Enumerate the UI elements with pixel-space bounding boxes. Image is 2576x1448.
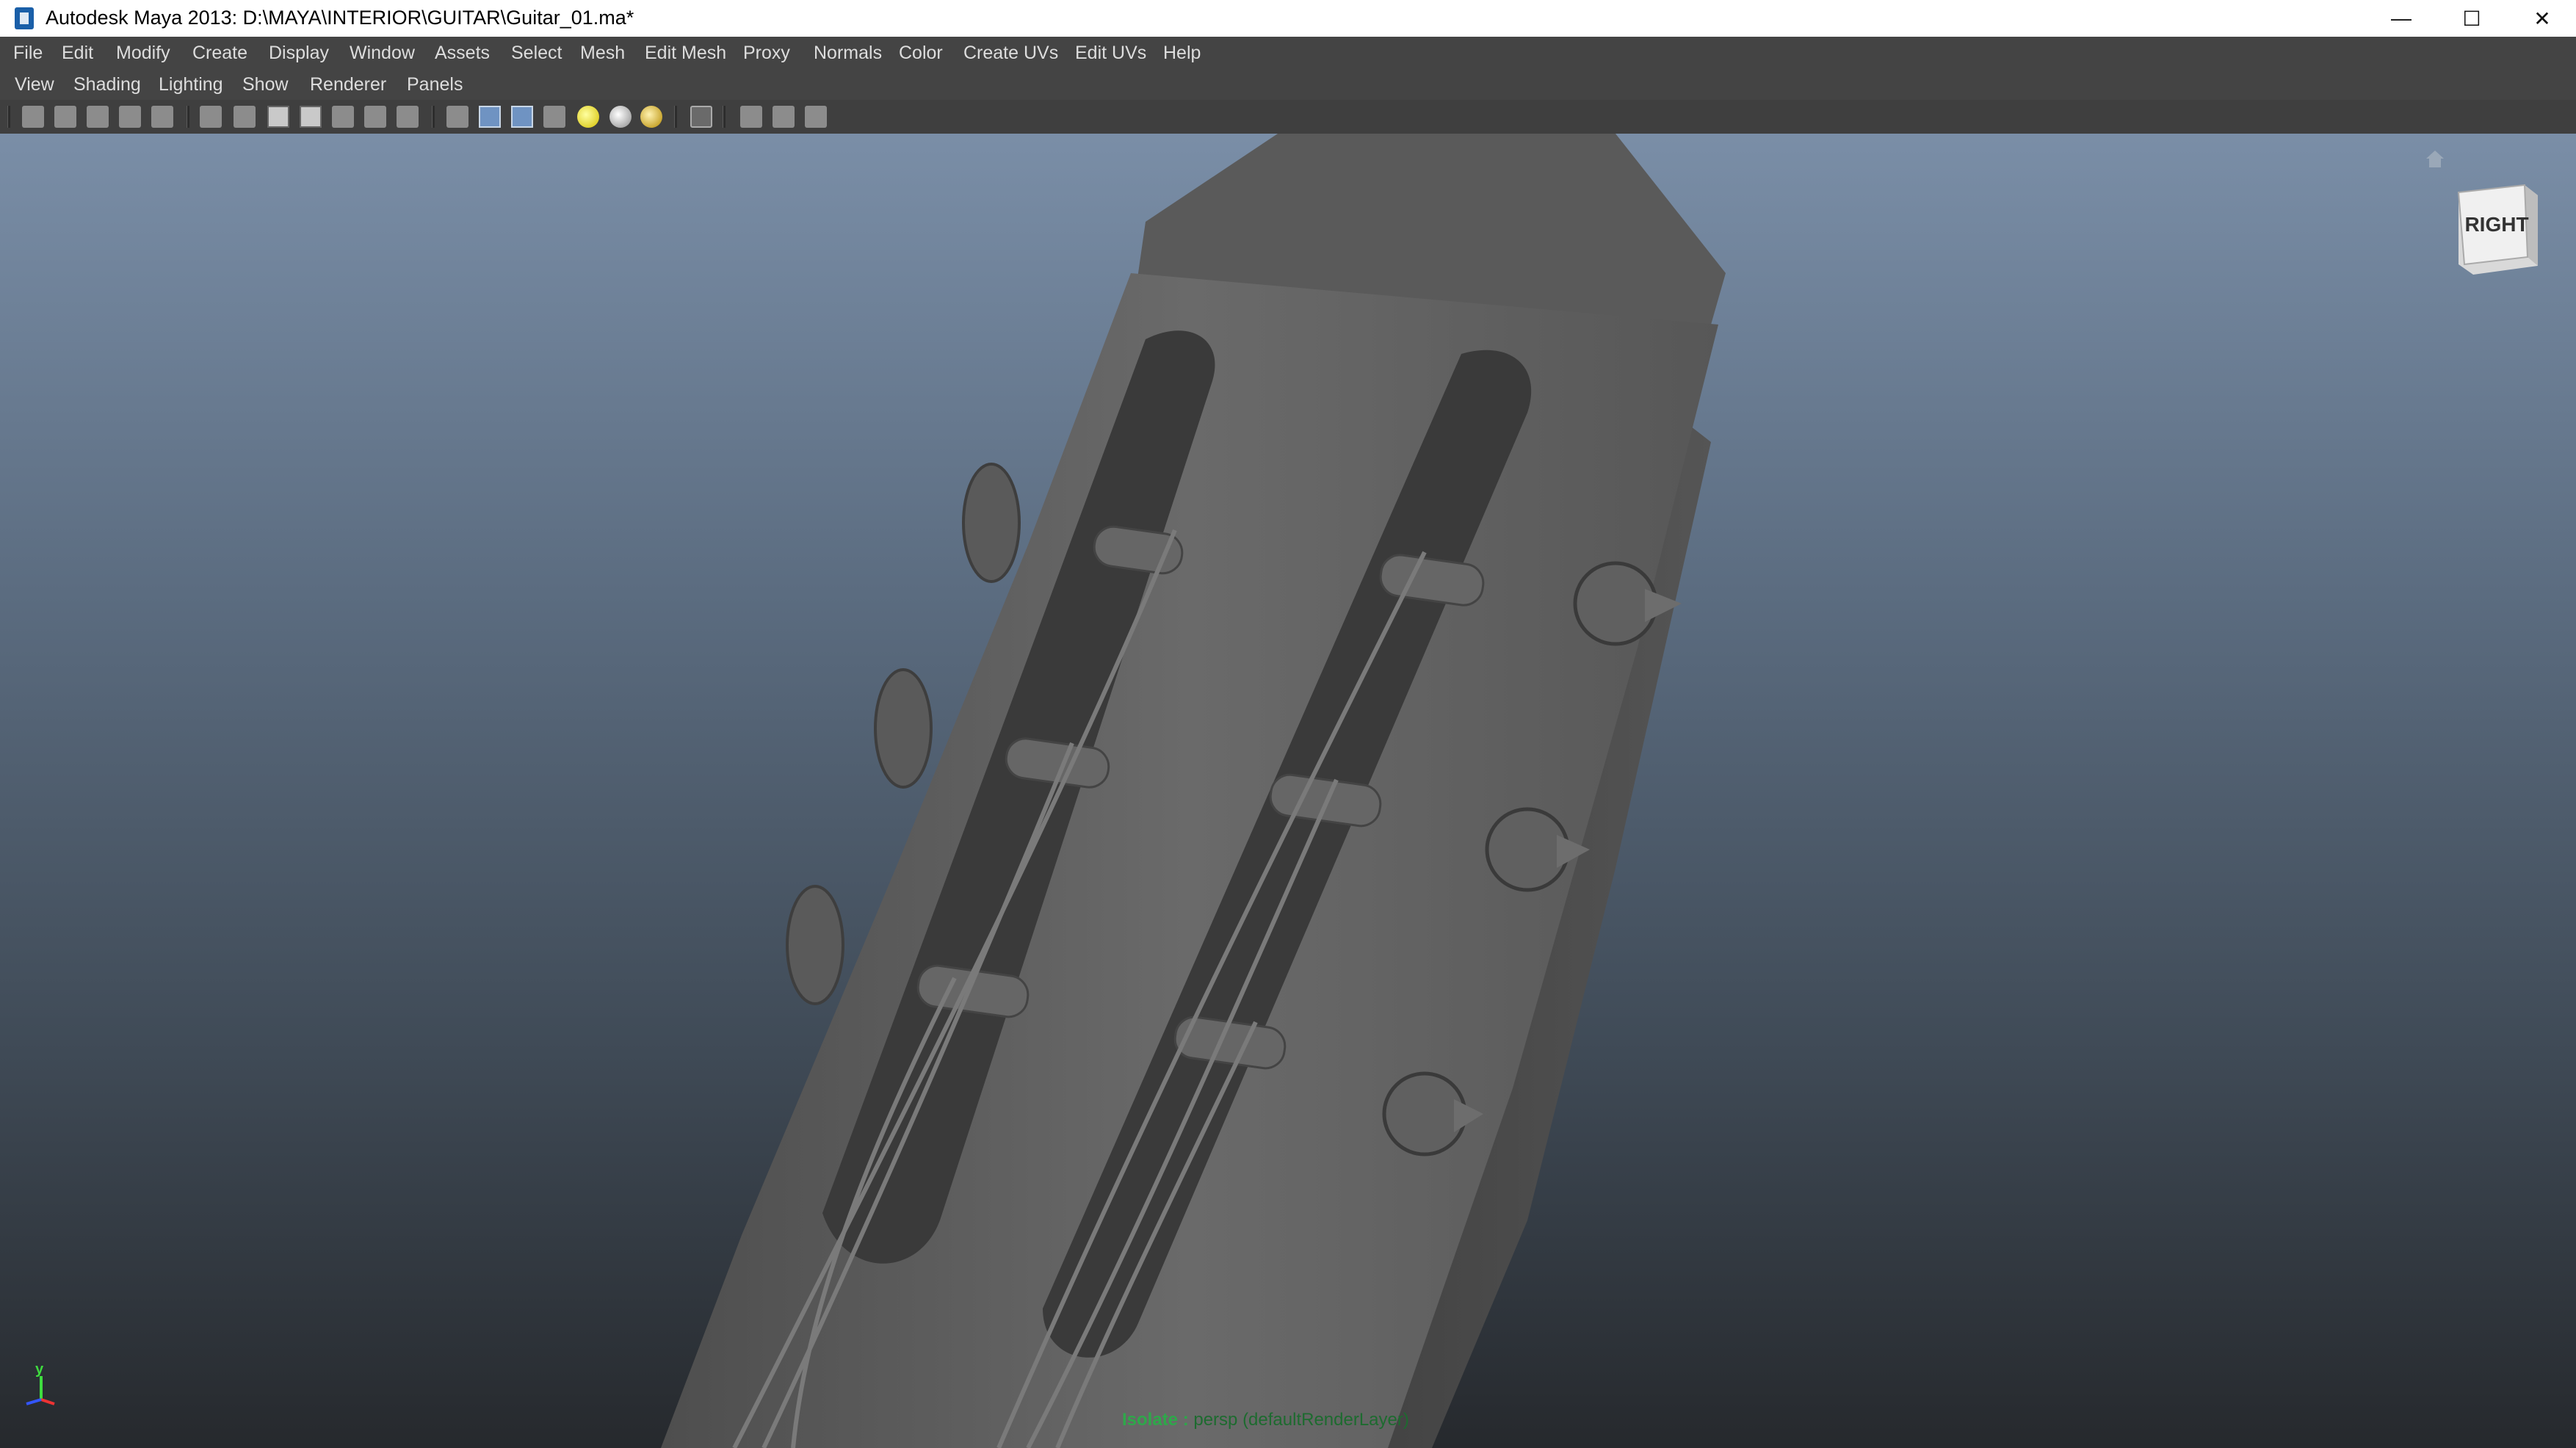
menu-edit[interactable]: Edit	[62, 37, 93, 69]
xray-icon[interactable]	[740, 106, 762, 128]
menu-edit-mesh[interactable]: Edit Mesh	[645, 37, 726, 69]
perspective-viewport[interactable]: RIGHT y Isolate : persp (defaultRenderLa…	[0, 134, 2576, 1448]
gate-mask-icon[interactable]	[332, 106, 354, 128]
wireframe-on-shaded-icon[interactable]	[511, 106, 533, 128]
view-cube-label[interactable]: RIGHT	[2461, 213, 2532, 236]
menu-mesh[interactable]: Mesh	[580, 37, 625, 69]
menu-proxy[interactable]: Proxy	[743, 37, 790, 69]
isolate-status-prefix: Isolate :	[1122, 1410, 1194, 1430]
title-bar: Autodesk Maya 2013: D:\MAYA\INTERIOR\GUI…	[0, 0, 2576, 37]
textured-icon[interactable]	[543, 106, 565, 128]
grid-icon[interactable]	[234, 106, 256, 128]
menu-assets[interactable]: Assets	[435, 37, 490, 69]
safe-action-icon[interactable]	[397, 106, 419, 128]
panel-menu-show[interactable]: Show	[242, 69, 289, 100]
menu-help[interactable]: Help	[1163, 37, 1201, 69]
isolate-status-text: Isolate : persp (defaultRenderLayer)	[1122, 1410, 1409, 1430]
menu-display[interactable]: Display	[269, 37, 329, 69]
maya-app-icon	[15, 7, 34, 29]
menu-color[interactable]: Color	[899, 37, 943, 69]
toolbar-separator	[723, 106, 726, 128]
xray-active-components-icon[interactable]	[805, 106, 827, 128]
menu-normals[interactable]: Normals	[814, 37, 882, 69]
maximize-button[interactable]: ☐	[2436, 0, 2507, 37]
panel-menu-shading[interactable]: Shading	[73, 69, 141, 100]
minimize-button[interactable]: —	[2366, 0, 2436, 37]
menu-create[interactable]: Create	[192, 37, 247, 69]
camera-attributes-icon[interactable]	[54, 106, 76, 128]
panel-menu-lighting[interactable]: Lighting	[159, 69, 223, 100]
menu-window[interactable]: Window	[350, 37, 415, 69]
home-icon[interactable]	[2425, 148, 2445, 169]
select-camera-icon[interactable]	[22, 106, 44, 128]
use-all-lights-icon[interactable]	[577, 106, 599, 128]
menu-edit-uvs[interactable]: Edit UVs	[1075, 37, 1146, 69]
isolate-select-icon[interactable]	[690, 106, 712, 128]
isolate-status-camera: persp (defaultRenderLayer)	[1193, 1410, 1409, 1430]
wireframe-icon[interactable]	[446, 106, 468, 128]
film-gate-icon[interactable]	[267, 106, 289, 128]
panel-menu-panels[interactable]: Panels	[407, 69, 463, 100]
window-title: Autodesk Maya 2013: D:\MAYA\INTERIOR\GUI…	[46, 7, 634, 29]
toolbar-separator	[7, 106, 10, 128]
panel-menu-view[interactable]: View	[15, 69, 54, 100]
field-chart-icon[interactable]	[364, 106, 386, 128]
resolution-gate-icon[interactable]	[300, 106, 322, 128]
axis-y-label: y	[35, 1361, 44, 1378]
xray-joints-icon[interactable]	[773, 106, 795, 128]
default-material-icon[interactable]	[640, 106, 662, 128]
panel-menu-renderer[interactable]: Renderer	[310, 69, 386, 100]
toolbar-separator	[674, 106, 677, 128]
menu-select[interactable]: Select	[511, 37, 562, 69]
grease-pencil-icon[interactable]	[200, 106, 222, 128]
close-button[interactable]: ✕	[2507, 0, 2576, 37]
bookmark-icon[interactable]	[87, 106, 109, 128]
toolbar-separator	[432, 106, 435, 128]
image-plane-icon[interactable]	[119, 106, 141, 128]
menu-file[interactable]: File	[13, 37, 43, 69]
panel-menu-bar: View Shading Lighting Show Renderer Pane…	[0, 69, 2576, 100]
shadows-icon[interactable]	[609, 106, 632, 128]
guitar-headstock-model[interactable]	[0, 134, 2576, 1448]
main-menu-bar: File Edit Modify Create Display Window A…	[0, 37, 2576, 69]
menu-modify[interactable]: Modify	[116, 37, 170, 69]
2d-pan-zoom-icon[interactable]	[151, 106, 173, 128]
smooth-shade-icon[interactable]	[479, 106, 501, 128]
toolbar-separator	[187, 106, 189, 128]
menu-create-uvs[interactable]: Create UVs	[963, 37, 1058, 69]
panel-toolbar	[0, 100, 2576, 134]
